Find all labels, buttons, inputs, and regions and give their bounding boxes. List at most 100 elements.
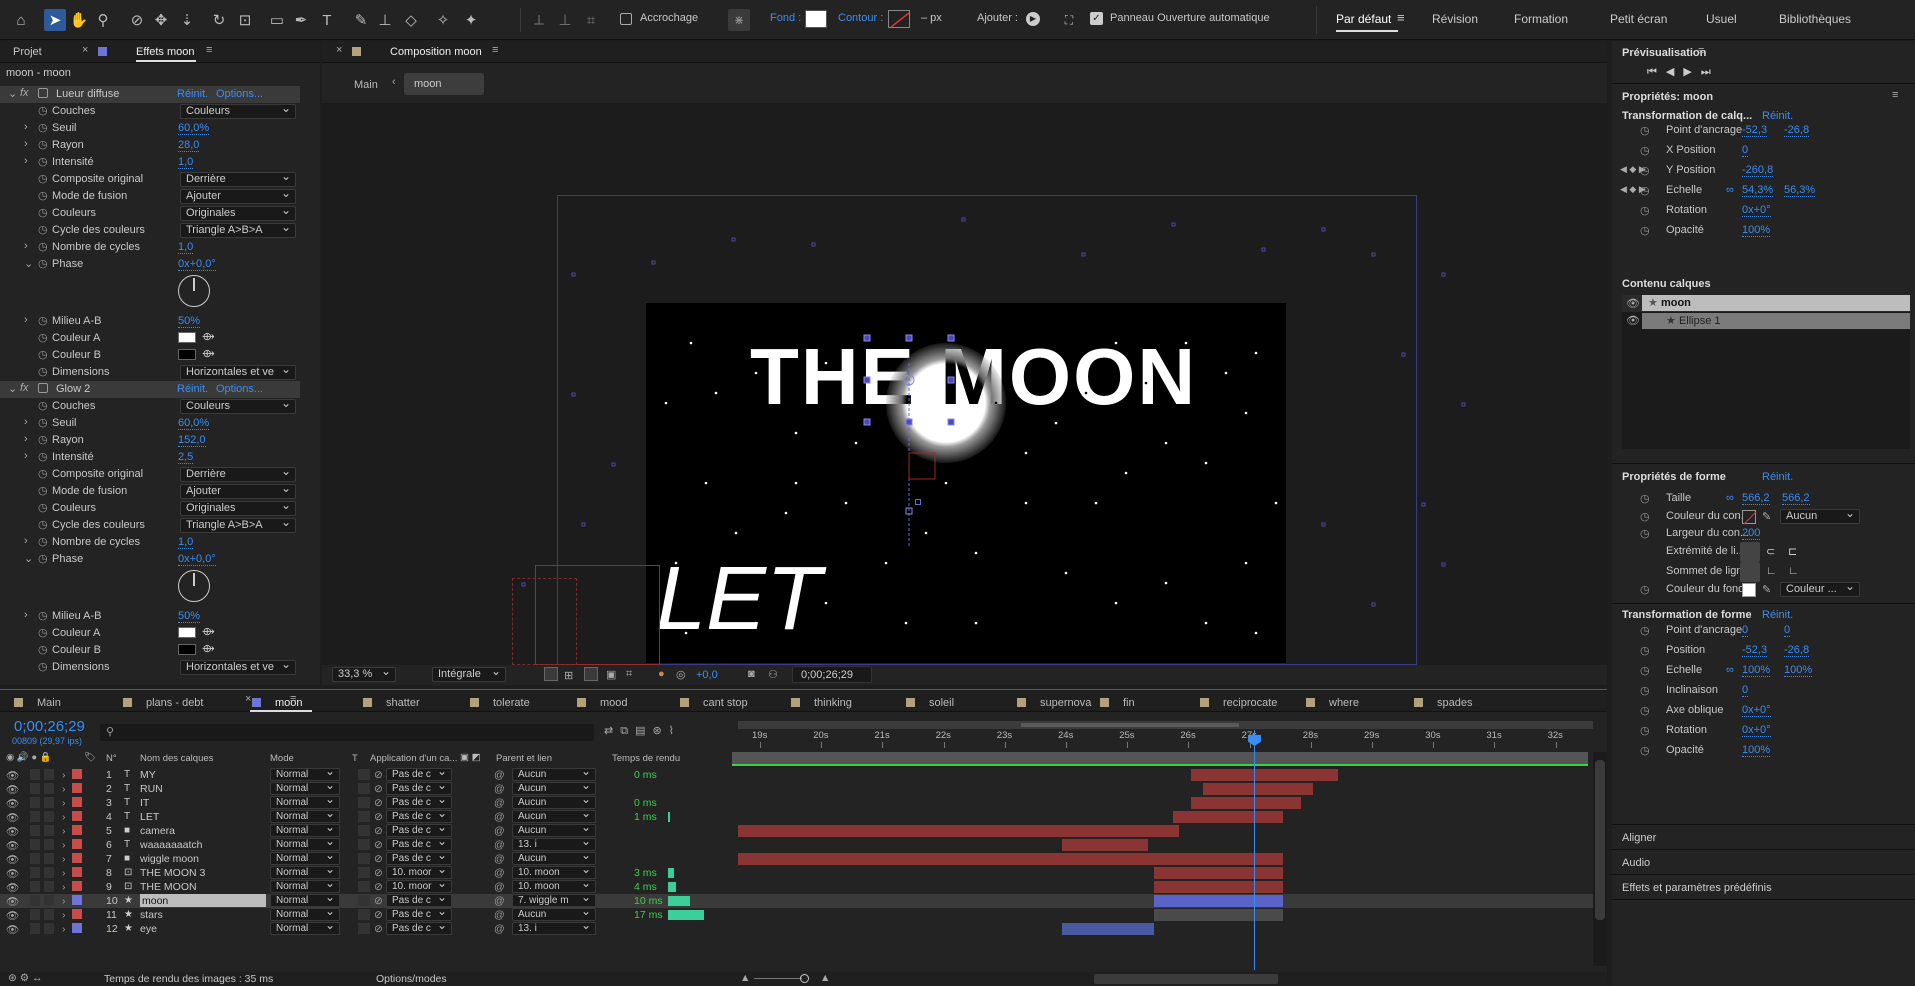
label-color[interactable]	[72, 783, 82, 793]
fx-icon[interactable]: fx	[20, 382, 29, 394]
fill-swatch[interactable]	[805, 10, 827, 28]
time-ruler[interactable]: 19s20s21s22s23s24s25s26s27s28s29s30s31s3…	[738, 730, 1593, 748]
fill-color-swatch[interactable]	[1742, 583, 1756, 597]
zoom-tool-icon[interactable]: ⚲	[92, 9, 114, 31]
stopwatch-icon[interactable]: ◷	[1640, 204, 1650, 217]
property-value[interactable]: 50%	[178, 610, 201, 623]
chevron-right-icon[interactable]: ›	[24, 535, 34, 547]
chevron-right-icon[interactable]: ⌄	[24, 552, 34, 565]
link-icon[interactable]: ∞	[1726, 664, 1734, 676]
stopwatch-icon[interactable]: ◷	[1640, 624, 1650, 637]
pick-whip-icon[interactable]: @	[494, 797, 505, 809]
workspace-menu-icon[interactable]: ≡	[1397, 10, 1405, 25]
shape-props-reset[interactable]: Réinit.	[1762, 471, 1793, 483]
track-matte-dropdown[interactable]: Pas de c	[386, 920, 452, 935]
stopwatch-icon[interactable]: ◷	[38, 450, 48, 463]
timeline-tab[interactable]: reciprocate	[1200, 697, 1277, 709]
line-join-round-icon[interactable]: ∟	[1766, 565, 1777, 577]
layer-name[interactable]: wiggle moon	[140, 853, 199, 865]
layer-row[interactable]: 👁 › 10 ★ moon Normal ⊘ Pas de c @ 7. wig…	[0, 892, 1593, 908]
region-of-interest-icon[interactable]: ▣	[606, 668, 616, 681]
layer-duration-bar[interactable]	[1172, 811, 1283, 823]
layer-duration-bar[interactable]	[738, 825, 1179, 837]
stopwatch-icon[interactable]: ◷	[38, 331, 48, 344]
stopwatch-icon[interactable]: ◷	[38, 314, 48, 327]
property-dropdown[interactable]: Derrière	[180, 170, 296, 187]
zoom-dropdown[interactable]: 33,3 %	[332, 665, 396, 682]
effect-options[interactable]: Options...	[216, 383, 263, 395]
stroke-swatch[interactable]	[888, 10, 910, 28]
puppet-tool-icon[interactable]: ✦	[460, 9, 482, 31]
chevron-right-icon[interactable]: ›	[62, 839, 66, 851]
eye-icon[interactable]: 👁	[6, 881, 19, 894]
chevron-right-icon[interactable]: ›	[62, 825, 66, 837]
chevron-right-icon[interactable]: ›	[24, 240, 34, 252]
track-matte-icon[interactable]: ⊘	[374, 797, 383, 809]
stopwatch-icon[interactable]: ◷	[38, 467, 48, 480]
transform-value-2[interactable]: 56,3%	[1784, 184, 1816, 197]
line-cap-round-icon[interactable]: ⊂	[1766, 545, 1775, 558]
property-dropdown[interactable]: Originales	[180, 499, 296, 516]
view-axis-icon[interactable]: ⌗	[580, 9, 602, 31]
layer-row[interactable]: 👁 › 2 T RUN Normal ⊘ Pas de c @ Aucun	[0, 780, 1593, 796]
pick-whip-icon[interactable]: @	[494, 769, 505, 781]
chevron-right-icon[interactable]: ⌄	[24, 257, 34, 270]
layer-name[interactable]: IT	[140, 797, 149, 809]
snap-checkbox[interactable]	[620, 13, 632, 25]
blend-mode-dropdown[interactable]: Normal	[270, 920, 340, 935]
layer-duration-bar[interactable]	[1190, 769, 1338, 781]
property-dropdown[interactable]: Triangle A>B>A	[180, 516, 296, 533]
stopwatch-icon[interactable]: ◷	[1640, 184, 1650, 197]
layer-row[interactable]: 👁 › 6 T waaaaaaatch Normal ⊘ Pas de c @ …	[0, 836, 1593, 852]
layer-duration-bar[interactable]	[1062, 923, 1155, 935]
pan-tool-icon[interactable]: ✥	[150, 9, 172, 31]
eyedropper-icon[interactable]: ⟴	[202, 625, 215, 638]
layer-duration-bar[interactable]	[1154, 909, 1283, 921]
label-color[interactable]	[72, 853, 82, 863]
eye-icon[interactable]: 👁	[6, 769, 19, 782]
stroke-color-swatch[interactable]	[1742, 510, 1757, 525]
parent-dropdown[interactable]: 13. i	[512, 920, 596, 935]
track-matte-icon[interactable]: ⊘	[374, 923, 383, 935]
chevron-right-icon[interactable]: ›	[24, 433, 34, 445]
chevron-right-icon[interactable]: ›	[62, 881, 66, 893]
transform-value-1[interactable]: -52,3	[1742, 124, 1768, 137]
workspace-learn[interactable]: Formation	[1514, 12, 1568, 26]
timeline-tab[interactable]: thinking	[791, 697, 852, 709]
phase-dial[interactable]	[178, 570, 210, 602]
crumb-moon[interactable]: moon	[404, 73, 484, 95]
stopwatch-icon[interactable]: ◷	[38, 501, 48, 514]
property-value[interactable]: 2,5	[178, 451, 194, 464]
stopwatch-icon[interactable]: ◷	[1640, 644, 1650, 657]
layer-name[interactable]: THE MOON	[140, 881, 197, 893]
property-value[interactable]: 28,0	[178, 139, 200, 152]
layer-row[interactable]: 👁 › 9 ⊡ THE MOON Normal ⊘ 10. moor @ 10.…	[0, 878, 1593, 894]
transform-value-2[interactable]: -26,8	[1784, 124, 1810, 137]
label-color[interactable]	[72, 797, 82, 807]
layer-duration-bar[interactable]	[1203, 783, 1314, 795]
show-snapshot-icon[interactable]: ⚇	[768, 668, 778, 681]
track-matte-icon[interactable]: ⊘	[374, 825, 383, 837]
transform-value-1[interactable]: 0	[1742, 624, 1749, 637]
timeline-scrollbar[interactable]	[1593, 752, 1607, 966]
label-color[interactable]	[72, 867, 82, 877]
timeline-switch-icons[interactable]: ⇄⧉▤⊛⌇	[604, 724, 681, 738]
stopwatch-icon[interactable]: ◷	[38, 121, 48, 134]
home-icon[interactable]: ⌂	[10, 9, 32, 31]
line-join-bevel-icon[interactable]: ∟	[1788, 565, 1799, 577]
line-cap-square-icon[interactable]: ⊏	[1788, 545, 1797, 558]
close-icon[interactable]: ×	[82, 44, 88, 56]
playhead[interactable]	[1254, 730, 1255, 970]
transform-value-1[interactable]: -52,3	[1742, 644, 1768, 657]
timeline-tab[interactable]: supernova	[1017, 697, 1091, 709]
chevron-right-icon[interactable]: ›	[24, 121, 34, 133]
stopwatch-icon[interactable]: ◷	[38, 626, 48, 639]
layer-name[interactable]: RUN	[140, 783, 163, 795]
effect-toggle-icon[interactable]	[38, 383, 48, 393]
eyedropper-icon[interactable]: ⟴	[202, 347, 215, 360]
eye-icon[interactable]: 👁	[6, 867, 19, 880]
eyedropper-icon[interactable]: ⟴	[202, 642, 215, 655]
timeline-tab[interactable]: plans - debt	[123, 697, 203, 709]
transform-value-1[interactable]: -260,8	[1742, 164, 1774, 177]
transform-value-1[interactable]: 0	[1742, 144, 1749, 157]
